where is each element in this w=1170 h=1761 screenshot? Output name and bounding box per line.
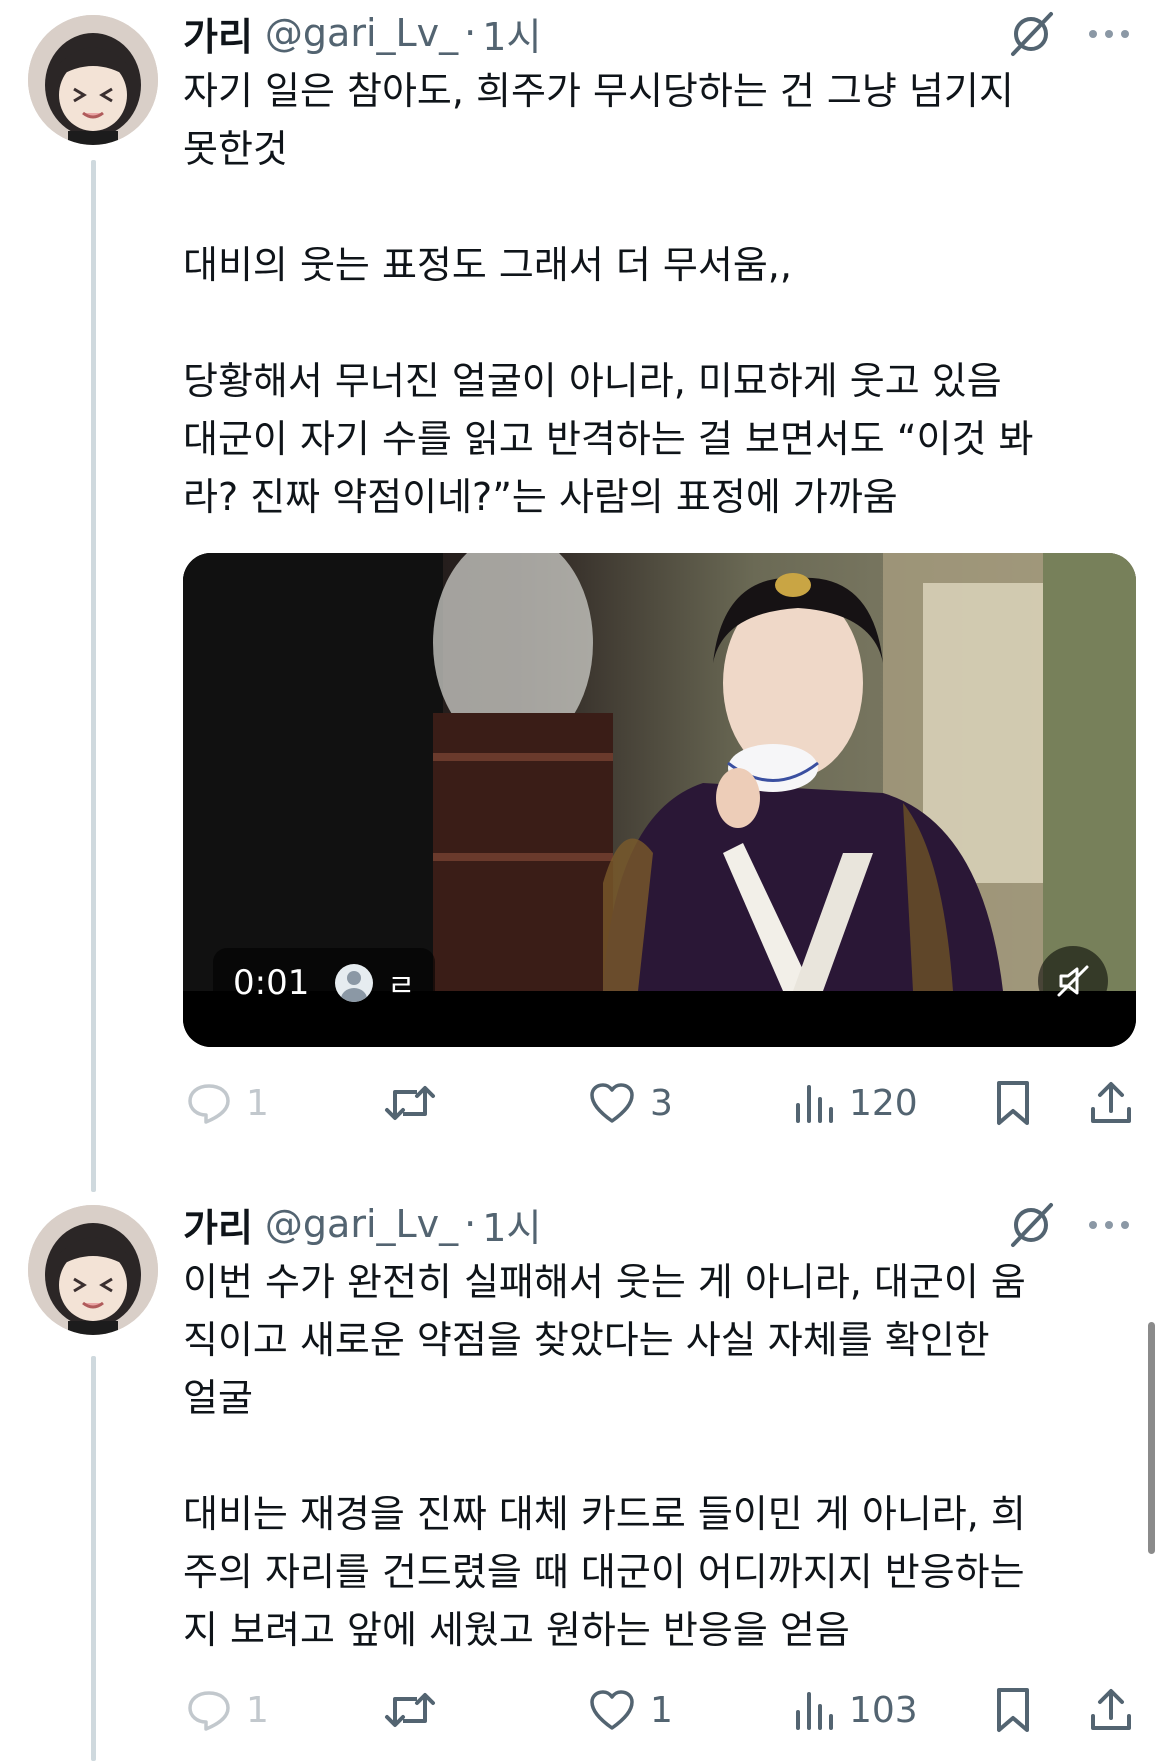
share-button[interactable]	[1088, 1073, 1134, 1133]
tweet-text: 자기 일은 참아도, 희주가 무시당하는 건 그냥 넘기지 못한것 대비의 웃는…	[183, 69, 1034, 519]
author-name[interactable]: 가리	[183, 6, 253, 61]
bookmark-icon	[997, 1081, 1029, 1125]
thread-line-2	[91, 1356, 96, 1761]
views-button[interactable]: 103	[793, 1680, 918, 1740]
reply-count: 1	[246, 1689, 269, 1731]
muted-speaker-icon	[1057, 965, 1089, 997]
author-handle[interactable]: @gari_Lv_	[265, 1202, 458, 1246]
scrollbar[interactable]	[1148, 1322, 1155, 1554]
video-info-pill: 0:01 ㄹ	[213, 948, 435, 1018]
tweet-header: 가리 @gari_Lv_ · 1시	[183, 1194, 541, 1254]
like-count: 1	[650, 1689, 673, 1731]
share-upload-icon	[1091, 1082, 1131, 1123]
heart-icon	[590, 1690, 634, 1730]
bookmark-button[interactable]	[993, 1680, 1033, 1740]
reply-bubble-icon	[188, 1084, 230, 1124]
author-name[interactable]: 가리	[183, 1197, 253, 1252]
user-icon	[335, 964, 374, 1002]
reply-bubble-icon	[188, 1691, 230, 1731]
retweet-icon	[385, 1693, 435, 1727]
mute-button[interactable]	[1038, 946, 1108, 1016]
grok-slash-icon[interactable]	[1005, 1199, 1057, 1251]
more-dots-icon[interactable]	[1085, 24, 1133, 44]
video-time: 0:01	[233, 963, 310, 1003]
views-bar-icon	[796, 1692, 833, 1730]
views-button[interactable]: 120	[793, 1073, 918, 1133]
bookmark-button[interactable]	[993, 1073, 1033, 1133]
author-handle[interactable]: @gari_Lv_	[265, 11, 458, 55]
avatar[interactable]	[28, 1205, 158, 1335]
separator-dot: ·	[464, 1202, 477, 1246]
retweet-icon	[385, 1086, 435, 1120]
video-tag-label: ㄹ	[387, 969, 415, 1004]
timestamp[interactable]: 1시	[482, 6, 541, 61]
like-button[interactable]: 3	[588, 1073, 673, 1133]
thread-line-1	[91, 160, 96, 1192]
tweet-actions: 1 1 103	[183, 1680, 1143, 1740]
bookmark-icon	[997, 1688, 1029, 1732]
separator-dot: ·	[464, 11, 477, 55]
views-count: 120	[849, 1082, 918, 1124]
video-frame	[183, 553, 1136, 991]
views-count: 103	[849, 1689, 918, 1731]
reply-count: 1	[246, 1082, 269, 1124]
views-bar-icon	[796, 1085, 833, 1123]
retweet-button[interactable]	[383, 1680, 451, 1740]
more-dots-icon[interactable]	[1085, 1215, 1133, 1235]
video-player[interactable]: 0:01 ㄹ	[183, 553, 1136, 1047]
reply-button[interactable]: 1	[186, 1680, 269, 1740]
tweet-header: 가리 @gari_Lv_ · 1시	[183, 3, 541, 63]
share-button[interactable]	[1088, 1680, 1134, 1740]
retweet-button[interactable]	[383, 1073, 451, 1133]
like-count: 3	[650, 1082, 673, 1124]
like-button[interactable]: 1	[588, 1680, 673, 1740]
tweet-text: 이번 수가 완전히 실패해서 웃는 게 아니라, 대군이 움 직이고 새로운 약…	[183, 1260, 1026, 1652]
avatar[interactable]	[28, 15, 158, 145]
tweet-actions: 1 3 120	[183, 1073, 1143, 1133]
timestamp[interactable]: 1시	[482, 1197, 541, 1252]
grok-slash-icon[interactable]	[1005, 8, 1057, 60]
share-upload-icon	[1091, 1689, 1131, 1730]
reply-button[interactable]: 1	[186, 1073, 269, 1133]
heart-icon	[590, 1083, 634, 1123]
